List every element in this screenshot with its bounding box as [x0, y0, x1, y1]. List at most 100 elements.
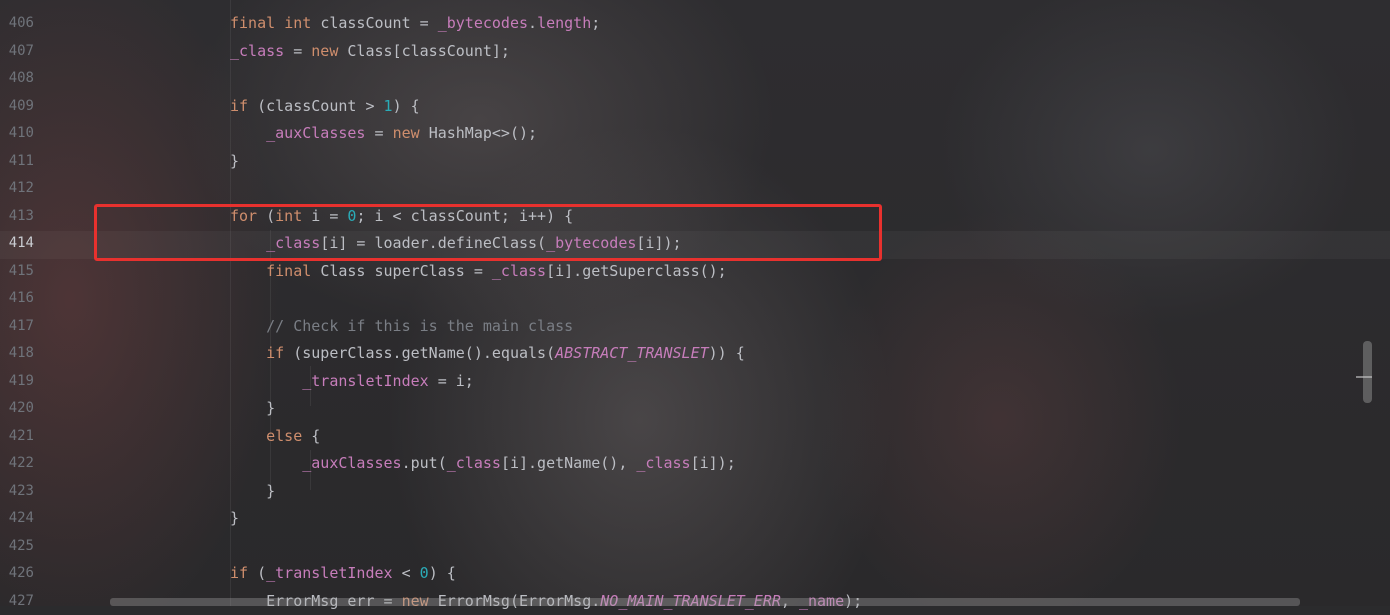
- line-number[interactable]: 425: [0, 533, 34, 561]
- red-highlight-box: [94, 204, 882, 261]
- line-number[interactable]: 413: [0, 203, 34, 231]
- code-line: 423 }: [0, 478, 1390, 506]
- line-number[interactable]: 427: [0, 588, 34, 615]
- code-line: 412: [0, 175, 1390, 203]
- line-number[interactable]: 420: [0, 395, 34, 423]
- code-line: 408: [0, 65, 1390, 93]
- code-token: [i].getSuperclass();: [546, 262, 727, 280]
- code-line: 409 if (classCount > 1) {: [0, 93, 1390, 121]
- code-text[interactable]: _transletIndex = i;: [230, 368, 474, 396]
- code-token: new: [311, 42, 347, 60]
- code-token: =: [365, 124, 392, 142]
- code-token: [230, 262, 266, 280]
- line-number[interactable]: 417: [0, 313, 34, 341]
- code-token: _class: [447, 454, 501, 472]
- code-text[interactable]: final Class superClass = _class[i].getSu…: [230, 258, 727, 286]
- code-token: Class superClass =: [320, 262, 492, 280]
- code-token: ABSTRACT_TRANSLET: [555, 344, 709, 362]
- code-token: (: [257, 564, 266, 582]
- line-number[interactable]: 422: [0, 450, 34, 478]
- code-token: =: [284, 42, 311, 60]
- line-number[interactable]: 418: [0, 340, 34, 368]
- code-token: _class: [230, 42, 284, 60]
- line-number[interactable]: 424: [0, 505, 34, 533]
- line-number[interactable]: 411: [0, 148, 34, 176]
- code-token: {: [311, 427, 320, 445]
- code-editor[interactable]: 405try { 406 final int classCount = _bytec…: [0, 0, 1390, 606]
- code-token: [230, 344, 266, 362]
- code-token: (superClass.getName().equals(: [293, 344, 555, 362]
- code-token: <: [393, 564, 420, 582]
- code-token: [230, 427, 266, 445]
- scroll-position-marker: [1356, 376, 1372, 378]
- code-line: 418 if (superClass.getName().equals(ABST…: [0, 340, 1390, 368]
- line-number[interactable]: 406: [0, 10, 34, 38]
- code-line: 425: [0, 533, 1390, 561]
- code-token: [230, 124, 266, 142]
- code-token: ;: [591, 14, 600, 32]
- code-line: 407 _class = new Class[classCount];: [0, 38, 1390, 66]
- line-number[interactable]: 423: [0, 478, 34, 506]
- horizontal-scrollbar[interactable]: [110, 598, 1300, 606]
- code-token: [i].getName(),: [501, 454, 636, 472]
- code-line: 419 _transletIndex = i;: [0, 368, 1390, 396]
- code-text[interactable]: else {: [230, 423, 320, 451]
- code-token: _bytecodes: [438, 14, 528, 32]
- code-line: 411}: [0, 148, 1390, 176]
- line-number[interactable]: 426: [0, 560, 34, 588]
- code-line: 417 // Check if this is the main class: [0, 313, 1390, 341]
- code-text[interactable]: _class = new Class[classCount];: [230, 38, 510, 66]
- line-number: 405: [0, 0, 34, 4]
- code-text[interactable]: }: [230, 505, 239, 533]
- code-text[interactable]: final int classCount = _bytecodes.length…: [230, 10, 600, 38]
- line-number[interactable]: 419: [0, 368, 34, 396]
- code-token: )) {: [709, 344, 745, 362]
- code-token: classCount =: [320, 14, 437, 32]
- code-token: = i;: [429, 372, 474, 390]
- code-token: }: [230, 152, 239, 170]
- code-token: 1: [384, 97, 393, 115]
- code-text[interactable]: _auxClasses.put(_class[i].getName(), _cl…: [230, 450, 736, 478]
- code-text[interactable]: }: [230, 148, 239, 176]
- code-line: 424}: [0, 505, 1390, 533]
- code-token: }: [230, 482, 275, 500]
- code-token: _class: [636, 454, 690, 472]
- code-text[interactable]: }: [230, 395, 275, 423]
- code-token: _class: [492, 262, 546, 280]
- code-token: int: [284, 14, 320, 32]
- code-text[interactable]: _auxClasses = new HashMap<>();: [230, 120, 537, 148]
- line-number[interactable]: 408: [0, 65, 34, 93]
- line-number[interactable]: 421: [0, 423, 34, 451]
- code-line: 405try {: [0, 0, 1390, 4]
- line-number[interactable]: 412: [0, 175, 34, 203]
- code-text[interactable]: if (_transletIndex < 0) {: [230, 560, 456, 588]
- code-token: Class[classCount];: [347, 42, 510, 60]
- code-line: 416: [0, 285, 1390, 313]
- code-line: 415 final Class superClass = _class[i].g…: [0, 258, 1390, 286]
- code-token: }: [230, 399, 275, 417]
- code-text[interactable]: if (classCount > 1) {: [230, 93, 420, 121]
- vertical-scrollbar[interactable]: [1363, 341, 1372, 403]
- code-token: if: [266, 344, 293, 362]
- code-token: }: [230, 509, 239, 527]
- line-number[interactable]: 416: [0, 285, 34, 313]
- line-number[interactable]: 410: [0, 120, 34, 148]
- code-text[interactable]: // Check if this is the main class: [230, 313, 573, 341]
- code-token: _auxClasses: [266, 124, 365, 142]
- code-token: _transletIndex: [302, 372, 428, 390]
- code-token: [230, 372, 302, 390]
- line-number[interactable]: 407: [0, 38, 34, 66]
- line-number[interactable]: 414: [0, 230, 34, 258]
- code-token: // Check if this is the main class: [266, 317, 573, 335]
- code-token: HashMap<>();: [429, 124, 537, 142]
- code-token: (classCount >: [257, 97, 383, 115]
- code-token: [i]);: [691, 454, 736, 472]
- code-text[interactable]: }: [230, 478, 275, 506]
- code-token: ) {: [393, 97, 420, 115]
- line-number[interactable]: 409: [0, 93, 34, 121]
- code-token: .: [528, 14, 537, 32]
- code-text[interactable]: if (superClass.getName().equals(ABSTRACT…: [230, 340, 745, 368]
- line-number[interactable]: 415: [0, 258, 34, 286]
- code-token: 0: [420, 564, 429, 582]
- code-token: if: [230, 564, 257, 582]
